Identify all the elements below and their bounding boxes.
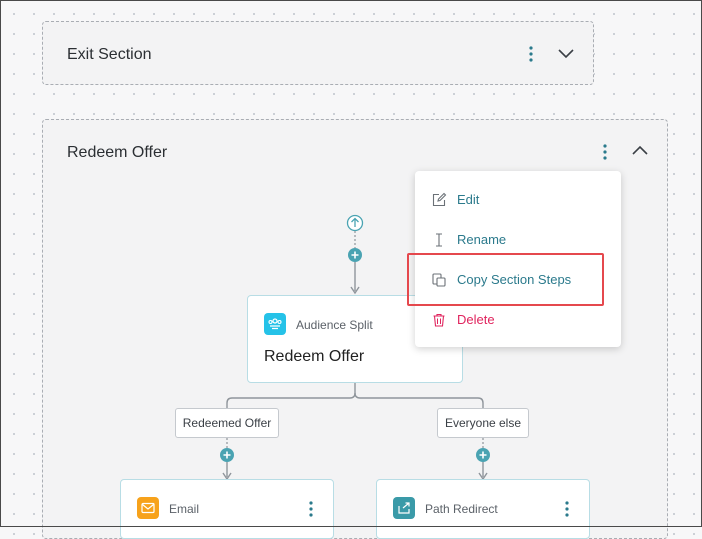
kebab-icon — [565, 501, 569, 517]
text-cursor-icon — [431, 232, 447, 248]
branch-label-everyone-else[interactable]: Everyone else — [437, 408, 529, 438]
email-node[interactable]: Email — [120, 479, 334, 539]
section-context-menu: Edit Rename Copy Section Steps Delete — [415, 171, 621, 347]
menu-item-label: Rename — [457, 232, 507, 247]
path-redirect-icon — [393, 497, 415, 519]
menu-item-label: Edit — [457, 192, 480, 207]
copy-icon — [431, 272, 447, 288]
node-name: Redeem Offer — [264, 348, 365, 365]
node-type-label: Audience Split — [296, 318, 373, 332]
node-menu-button[interactable] — [303, 499, 319, 519]
kebab-icon — [309, 501, 313, 517]
menu-item-rename[interactable]: Rename — [415, 226, 621, 254]
menu-item-edit[interactable]: Edit — [415, 186, 621, 214]
menu-item-label: Copy Section Steps — [457, 272, 572, 287]
menu-item-delete[interactable]: Delete — [415, 306, 621, 334]
node-type-label: Email — [169, 502, 200, 516]
branch-label-redeemed[interactable]: Redeemed Offer — [175, 408, 279, 438]
trash-icon — [431, 312, 447, 328]
audience-split-icon — [264, 313, 286, 335]
node-menu-button[interactable] — [559, 499, 575, 519]
path-redirect-node[interactable]: Path Redirect — [376, 479, 590, 539]
email-icon — [137, 497, 159, 519]
menu-item-copy-section-steps[interactable]: Copy Section Steps — [415, 266, 621, 294]
edit-icon — [431, 192, 447, 208]
menu-item-label: Delete — [457, 312, 495, 327]
node-type-label: Path Redirect — [425, 502, 498, 516]
